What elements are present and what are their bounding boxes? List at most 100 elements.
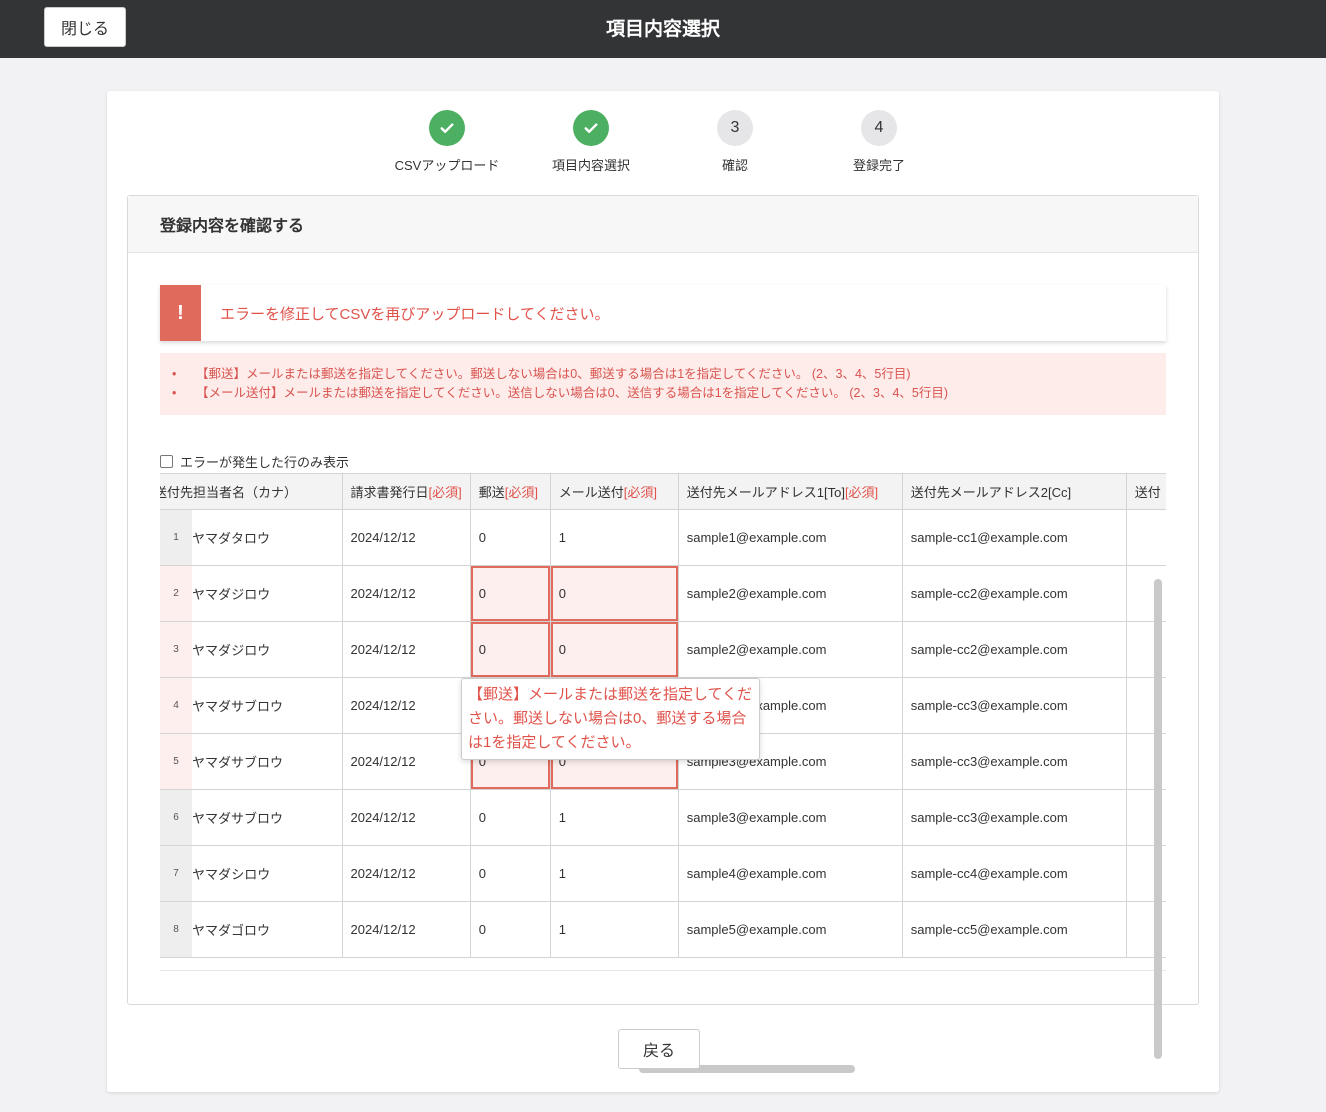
cell-email-cc: sample-cc4@example.com bbox=[902, 845, 1127, 902]
error-list-item: 【メール送付】メールまたは郵送を指定してください。送信しない場合は0、送信する場… bbox=[172, 384, 1166, 403]
step-label: 項目内容選択 bbox=[551, 158, 630, 173]
column-header: 送付先担当者名（カナ） bbox=[160, 473, 343, 510]
row-number: 2 bbox=[160, 566, 192, 621]
required-mark: [必須] bbox=[428, 485, 462, 500]
cell-email-send: 1 bbox=[550, 845, 679, 902]
table-row[interactable]: 2 ヤマダジロウ 2024/12/12 0 0 sample2@example.com sa… bbox=[160, 565, 1166, 622]
step-number: 3 bbox=[717, 110, 753, 146]
cell-name-kana: 3 ヤマダジロウ bbox=[160, 621, 343, 678]
panel-title: 登録内容を確認する bbox=[128, 196, 1198, 253]
cell-invoice-date: 2024/12/12 bbox=[342, 677, 471, 734]
cell-name-kana: 1 ヤマダタロウ bbox=[160, 509, 343, 566]
cell-email-to: sample2@example.com bbox=[678, 621, 903, 678]
column-header-label: 送付先担当者名（カナ） bbox=[160, 485, 298, 500]
cell-name-text: ヤマダジロウ bbox=[192, 587, 271, 602]
error-only-checkbox[interactable] bbox=[160, 455, 173, 468]
step-4: 4 登録完了 bbox=[809, 110, 949, 174]
row-number: 5 bbox=[160, 734, 192, 789]
cell-name-text: ヤマダシロウ bbox=[192, 867, 271, 882]
cell-name-text: ヤマダタロウ bbox=[192, 531, 271, 546]
column-header-label: 送付先メールアドレス2[Cc] bbox=[910, 485, 1072, 500]
cell-invoice-date: 2024/12/12 bbox=[342, 789, 471, 846]
close-button[interactable]: 閉じる bbox=[44, 7, 126, 47]
column-header: 郵送[必須] bbox=[470, 473, 551, 510]
cell-email-to: sample1@example.com bbox=[678, 509, 903, 566]
table-row[interactable]: 3 ヤマダジロウ 2024/12/12 0 0 sample2@example.com sa… bbox=[160, 621, 1166, 678]
cell-postal: 0 bbox=[470, 789, 551, 846]
cell-email-cc: sample-cc3@example.com bbox=[902, 733, 1127, 790]
column-header-label: 郵送 bbox=[478, 485, 505, 500]
column-header-label: 請求書発行日 bbox=[350, 485, 429, 500]
step-3: 3 確認 bbox=[665, 110, 805, 174]
cell-email-send: 1 bbox=[550, 901, 679, 958]
cell-postal: 0 bbox=[470, 845, 551, 902]
page-title: 項目内容選択 bbox=[605, 18, 720, 40]
vertical-scrollbar[interactable] bbox=[1154, 579, 1162, 1059]
main-card: CSVアップロード 項目内容選択 3 確認 4 登録完了 登録内容を確認する ! エラーを… bbox=[107, 91, 1219, 1092]
row-number: 1 bbox=[160, 510, 192, 565]
back-button[interactable]: 戻る bbox=[618, 1029, 700, 1069]
row-number: 4 bbox=[160, 678, 192, 733]
table-row[interactable]: 8 ヤマダゴロウ 2024/12/12 0 1 sample5@example.com sa… bbox=[160, 901, 1166, 958]
header-bar: 項目内容選択 閉じる bbox=[0, 0, 1326, 58]
step-1: CSVアップロード bbox=[377, 110, 517, 174]
cell-email-send: 0 bbox=[550, 565, 679, 622]
row-number: 6 bbox=[160, 790, 192, 845]
cell-name-kana: 2 ヤマダジロウ bbox=[160, 565, 343, 622]
cell-name-kana: 4 ヤマダサブロウ bbox=[160, 677, 343, 734]
cell-name-text: ヤマダジロウ bbox=[192, 643, 271, 658]
cell-name-text: ヤマダゴロウ bbox=[192, 923, 271, 938]
column-header-label: 送付 bbox=[1134, 485, 1161, 500]
cell-email-cc: sample-cc5@example.com bbox=[902, 901, 1127, 958]
table-row[interactable]: 6 ヤマダサブロウ 2024/12/12 0 1 sample3@example.com s… bbox=[160, 789, 1166, 846]
column-header-label: 送付先メールアドレス1[To] bbox=[686, 485, 845, 500]
cell-email-cc: sample-cc2@example.com bbox=[902, 565, 1127, 622]
cell-postal: 0 bbox=[470, 901, 551, 958]
step-number: 4 bbox=[861, 110, 897, 146]
cell-invoice-date: 2024/12/12 bbox=[342, 901, 471, 958]
cell-name-text: ヤマダサブロウ bbox=[192, 811, 284, 826]
column-header: 送付 bbox=[1126, 473, 1166, 510]
cell-name-text: ヤマダサブロウ bbox=[192, 755, 284, 770]
cell-email-cc: sample-cc1@example.com bbox=[902, 509, 1127, 566]
error-only-filter[interactable]: エラーが発生した行のみ表示 bbox=[160, 452, 349, 471]
cell-invoice-date: 2024/12/12 bbox=[342, 509, 471, 566]
cell-email-to: sample4@example.com bbox=[678, 845, 903, 902]
cell-email-cc: sample-cc3@example.com bbox=[902, 789, 1127, 846]
cell-truncated bbox=[1126, 509, 1166, 566]
error-tooltip: 【郵送】メールまたは郵送を指定してください。郵送しない場合は0、郵送する場合は1… bbox=[461, 678, 760, 760]
check-icon bbox=[429, 110, 465, 146]
required-mark: [必須] bbox=[623, 485, 657, 500]
step-2: 項目内容選択 bbox=[521, 110, 661, 174]
step-label: 登録完了 bbox=[852, 158, 905, 173]
error-list: 【郵送】メールまたは郵送を指定してください。郵送しない場合は0、郵送する場合は1… bbox=[160, 353, 1166, 415]
cell-invoice-date: 2024/12/12 bbox=[342, 621, 471, 678]
confirm-panel: 登録内容を確認する ! エラーを修正してCSVを再びアップロードしてください。 … bbox=[127, 195, 1199, 1073]
error-alert: ! エラーを修正してCSVを再びアップロードしてください。 bbox=[160, 285, 1166, 341]
cell-invoice-date: 2024/12/12 bbox=[342, 733, 471, 790]
column-header: 送付先メールアドレス2[Cc] bbox=[902, 473, 1127, 510]
cell-postal: 0 bbox=[470, 621, 551, 678]
cell-postal: 0 bbox=[470, 565, 551, 622]
table-row[interactable]: 7 ヤマダシロウ 2024/12/12 0 1 sample4@example.com sa… bbox=[160, 845, 1166, 902]
cell-invoice-date: 2024/12/12 bbox=[342, 565, 471, 622]
column-header: 請求書発行日[必須] bbox=[342, 473, 471, 510]
error-alert-message: エラーを修正してCSVを再びアップロードしてください。 bbox=[220, 305, 610, 323]
cell-email-to: sample5@example.com bbox=[678, 901, 903, 958]
cell-email-send: 1 bbox=[550, 789, 679, 846]
row-number: 7 bbox=[160, 846, 192, 901]
row-number: 3 bbox=[160, 622, 192, 677]
check-icon bbox=[573, 110, 609, 146]
row-number: 8 bbox=[160, 902, 192, 957]
step-label: 確認 bbox=[721, 158, 748, 173]
cell-email-cc: sample-cc2@example.com bbox=[902, 621, 1127, 678]
column-header-label: メール送付 bbox=[558, 485, 624, 500]
cell-name-kana: 5 ヤマダサブロウ bbox=[160, 733, 343, 790]
cell-email-send: 1 bbox=[550, 509, 679, 566]
cell-name-kana: 7 ヤマダシロウ bbox=[160, 845, 343, 902]
table-row[interactable]: 1 ヤマダタロウ 2024/12/12 0 1 sample1@example.com sa… bbox=[160, 509, 1166, 566]
exclamation-icon: ! bbox=[160, 285, 201, 341]
cell-name-kana: 6 ヤマダサブロウ bbox=[160, 789, 343, 846]
cell-email-to: sample3@example.com bbox=[678, 789, 903, 846]
cell-invoice-date: 2024/12/12 bbox=[342, 845, 471, 902]
